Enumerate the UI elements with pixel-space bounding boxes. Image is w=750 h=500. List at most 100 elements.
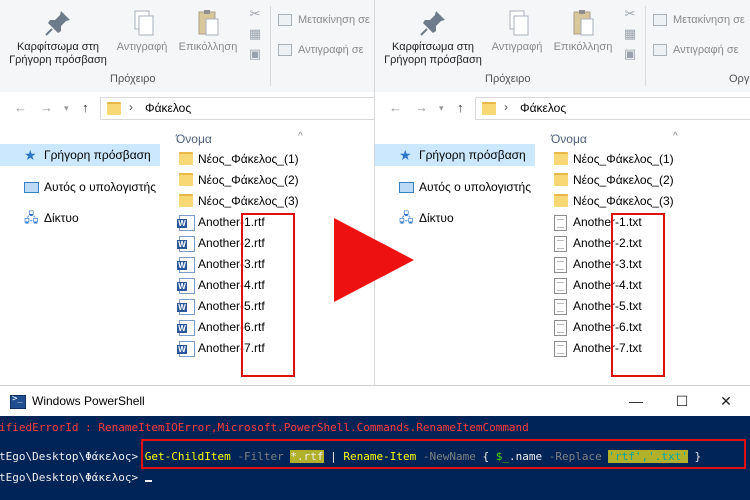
recent-chevron-icon[interactable]: ▾ [439, 103, 444, 114]
copy-to-label: Αντιγραφή σε [673, 44, 739, 56]
folder-icon [107, 102, 121, 115]
network-icon: 🖧 [24, 210, 39, 225]
folder-name: Νέος_Φάκελος_(3) [198, 194, 299, 208]
copy-path-icon[interactable]: ▦ [619, 26, 641, 46]
nav-label: Δίκτυο [44, 211, 79, 225]
column-header-name[interactable]: Όνομα ^ [176, 131, 303, 146]
address-bar[interactable]: › Φάκελος [475, 97, 750, 120]
move-to-icon [653, 14, 667, 27]
clipboard-small-icons: ✂ ▦ ▣ [244, 6, 266, 66]
maximize-button[interactable]: ☐ [664, 390, 700, 412]
forward-arrow-icon[interactable]: → [40, 100, 53, 115]
folder-icon [179, 152, 193, 165]
word-document-icon [177, 278, 195, 294]
back-arrow-icon[interactable]: ← [14, 100, 27, 115]
text-document-icon [554, 320, 567, 336]
forward-arrow-icon[interactable]: → [415, 100, 428, 115]
nav-item-network[interactable]: 🖧 Δίκτυο [0, 207, 160, 229]
folder-name: Νέος_Φάκελος_(1) [573, 152, 674, 166]
folder-icon [482, 102, 496, 115]
back-arrow-icon[interactable]: ← [389, 100, 402, 115]
highlight-box-command [141, 439, 746, 469]
minimize-button[interactable]: — [618, 390, 654, 412]
move-to-button[interactable]: Μετακίνηση σε [278, 14, 370, 27]
highlight-box-extensions [241, 213, 295, 377]
prompt: tEgo\Desktop\Φάκελος> [0, 471, 139, 484]
pin-quick-access-button[interactable]: Καρφίτσωμα στη Γρήγορη πρόσβαση [383, 8, 483, 67]
highlight-box-extensions [611, 213, 665, 377]
prompt: tEgo\Desktop\Φάκελος> [0, 450, 139, 463]
pin-label: Καρφίτσωμα στη Γρήγορη πρόσβαση [384, 41, 482, 66]
paste-shortcut-icon[interactable]: ▣ [619, 46, 641, 66]
pin-quick-access-button[interactable]: Καρφίτσωμα στη Γρήγορη πρόσβαση [8, 8, 108, 67]
word-document-icon [177, 236, 195, 252]
text-document-icon [554, 278, 567, 294]
address-bar[interactable]: › Φάκελος [100, 97, 374, 120]
text-document-icon [554, 215, 567, 231]
folder-name: Νέος_Φάκελος_(3) [573, 194, 674, 208]
nav-label: Γρήγορη πρόσβαση [419, 148, 526, 162]
paste-shortcut-icon[interactable]: ▣ [244, 46, 266, 66]
folder-icon [179, 194, 193, 207]
cut-icon[interactable]: ✂ [619, 6, 641, 26]
move-to-label: Μετακίνηση σε [298, 14, 370, 26]
pin-icon [43, 8, 73, 38]
up-arrow-icon[interactable]: ↑ [82, 100, 89, 115]
nav-item-this-pc[interactable]: Αυτός ο υπολογιστής [0, 176, 160, 198]
copy-button[interactable]: Αντιγραφή [112, 8, 172, 54]
copy-icon [502, 8, 532, 38]
recent-chevron-icon[interactable]: ▾ [64, 103, 69, 114]
nav-label: Γρήγορη πρόσβαση [44, 148, 151, 162]
breadcrumb-folder[interactable]: Φάκελος [520, 101, 566, 115]
folder-icon [554, 152, 568, 165]
word-document-icon [177, 215, 195, 231]
star-icon: ★ [24, 147, 37, 163]
nav-label: Αυτός ο υπολογιστής [419, 180, 531, 194]
copy-to-label: Αντιγραφή σε [298, 44, 364, 56]
paste-label: Επικόλληση [178, 41, 238, 53]
address-row: ← → ▾ ↑ › Φάκελος [375, 92, 750, 124]
copy-path-icon[interactable]: ▦ [244, 26, 266, 46]
text-cursor [144, 480, 152, 482]
paste-button[interactable]: Επικόλληση [174, 8, 242, 54]
clipboard-small-icons: ✂ ▦ ▣ [619, 6, 641, 66]
computer-icon [399, 182, 414, 193]
breadcrumb-separator: › [129, 100, 133, 114]
breadcrumb-folder[interactable]: Φάκελος [145, 101, 191, 115]
powershell-icon [10, 394, 26, 409]
nav-item-quick-access[interactable]: ★ Γρήγορη πρόσβαση [375, 144, 535, 166]
error-line: ifiedErrorId : RenameItemIOError,Microso… [0, 421, 529, 434]
paste-button[interactable]: Επικόλληση [549, 8, 617, 54]
nav-item-this-pc[interactable]: Αυτός ο υπολογιστής [375, 176, 535, 198]
word-document-icon [177, 299, 195, 315]
clipboard-group-label: Πρόχειρο [485, 73, 531, 85]
folder-icon [554, 194, 568, 207]
up-arrow-icon[interactable]: ↑ [457, 100, 464, 115]
copy-button[interactable]: Αντιγραφή [487, 8, 547, 54]
column-header-name[interactable]: Όνομα ^ [551, 131, 678, 146]
arrow-icon [334, 218, 414, 302]
move-to-label: Μετακίνηση σε [673, 14, 745, 26]
copy-to-button[interactable]: Αντιγραφή σε [278, 44, 364, 57]
copy-label: Αντιγραφή [491, 41, 543, 53]
paste-icon [193, 8, 223, 38]
sort-up-icon: ^ [298, 131, 303, 142]
folder-name: Νέος_Φάκελος_(2) [573, 173, 674, 187]
navigation-pane: ★ Γρήγορη πρόσβαση Αυτός ο υπολογιστής 🖧… [0, 124, 160, 385]
copy-to-button[interactable]: Αντιγραφή σε [653, 44, 739, 57]
nav-label: Δίκτυο [419, 211, 454, 225]
paste-label: Επικόλληση [553, 41, 613, 53]
pin-icon [418, 8, 448, 38]
nav-item-quick-access[interactable]: ★ Γρήγορη πρόσβαση [0, 144, 160, 166]
word-document-icon [177, 341, 195, 357]
text-document-icon [554, 341, 567, 357]
sort-up-icon: ^ [673, 131, 678, 142]
prompt-line: tEgo\Desktop\Φάκελος> [0, 470, 152, 486]
folder-name: Νέος_Φάκελος_(1) [198, 152, 299, 166]
copy-to-icon [278, 44, 292, 57]
cut-icon[interactable]: ✂ [244, 6, 266, 26]
move-to-button[interactable]: Μετακίνηση σε [653, 14, 745, 27]
close-button[interactable]: ✕ [708, 390, 744, 412]
copy-icon [127, 8, 157, 38]
address-row: ← → ▾ ↑ › Φάκελος [0, 92, 374, 124]
